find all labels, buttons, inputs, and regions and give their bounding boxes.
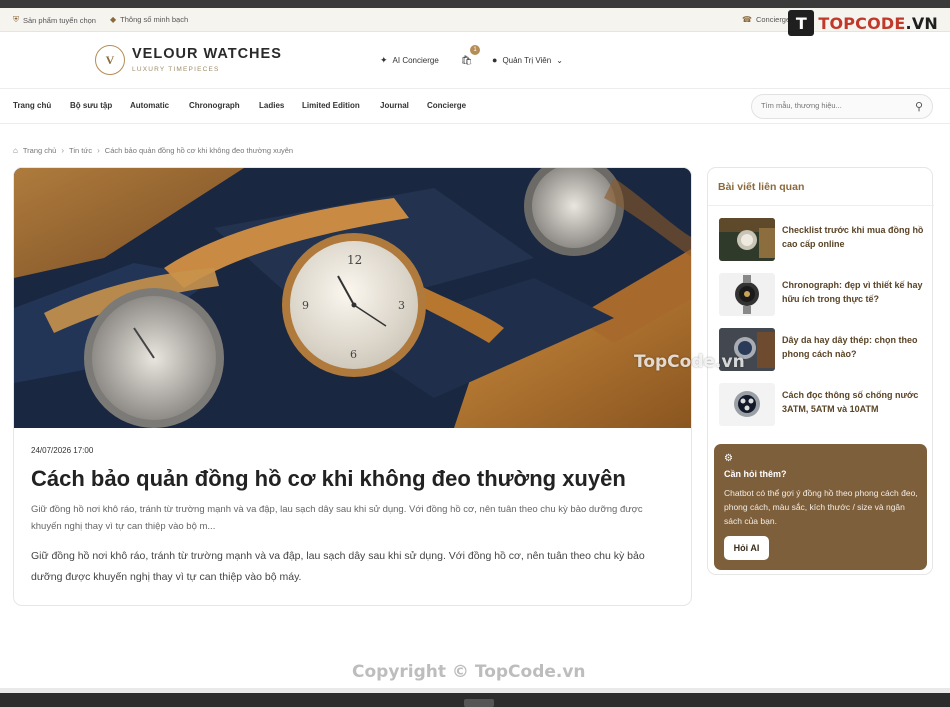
chevron-down-icon: ⌄	[556, 55, 563, 65]
utility-item-label: Thông số minh bạch	[120, 15, 189, 24]
brand-name[interactable]: VELOUR WATCHES	[132, 46, 282, 62]
related-title[interactable]: Checklist trước khi mua đồng hồ cao cấp …	[782, 218, 925, 262]
search-icon[interactable]: ⚲	[915, 100, 923, 113]
utility-item-label: Sản phẩm tuyển chọn	[23, 15, 96, 25]
nav-item-journal[interactable]: Journal	[380, 101, 409, 110]
nav-item-chronograph[interactable]: Chronograph	[189, 101, 240, 110]
related-thumb[interactable]	[719, 218, 775, 261]
nav-item-limited-edition[interactable]: Limited Edition	[302, 101, 360, 110]
robot-icon: ⚙	[724, 453, 733, 464]
breadcrumb-current: Cách bảo quản đồng hồ cơ khi không đeo t…	[104, 146, 294, 155]
topcode-logo-text: TOPCODE.VN	[818, 13, 938, 33]
svg-text:3: 3	[398, 299, 405, 312]
ask-ai-card: ⚙ Cần hỏi thêm? Chatbot có thể gợi ý đồn…	[714, 444, 927, 570]
window-top-bar	[0, 0, 950, 8]
related-item[interactable]: Dây da hay dây thép: chọn theo phong các…	[719, 328, 925, 372]
ai-concierge-button[interactable]: ✦ AI Concierge	[380, 55, 439, 66]
nav-item-concierge[interactable]: Concierge	[427, 101, 466, 110]
user-icon: ●	[492, 55, 498, 65]
sidebar-title: Bài viết liên quan	[718, 181, 805, 193]
related-thumb[interactable]	[719, 383, 775, 426]
ask-ai-text: Chatbot có thể gợi ý đồng hồ theo phong …	[724, 488, 918, 526]
taskbar	[0, 688, 950, 707]
nav-item-ladies[interactable]: Ladies	[259, 101, 284, 110]
nav-item-automatic[interactable]: Automatic	[130, 101, 169, 110]
post-excerpt: Giữ đồng hồ nơi khô ráo, tránh từ trường…	[31, 504, 643, 532]
divider	[708, 205, 934, 206]
related-item[interactable]: Chronograph: đẹp vì thiết kế hay hữu ích…	[719, 273, 925, 317]
home-icon: ⌂	[13, 146, 18, 155]
breadcrumb-home[interactable]: Trang chủ	[23, 146, 57, 155]
ai-concierge-label: AI Concierge	[392, 56, 439, 65]
related-title[interactable]: Cách đọc thông số chống nước 3ATM, 5ATM …	[782, 383, 925, 427]
shield-icon: ⛨	[13, 15, 19, 24]
related-title[interactable]: Dây da hay dây thép: chọn theo phong các…	[782, 328, 925, 372]
magic-wand-icon: ✦	[380, 55, 388, 65]
nav-item-collections[interactable]: Bộ sưu tập	[70, 101, 112, 110]
search-box[interactable]: ⚲	[751, 94, 933, 119]
related-thumb[interactable]	[719, 273, 775, 316]
shopping-bag-icon: 🛍	[461, 55, 473, 65]
brand-logo-mark[interactable]: V	[95, 45, 125, 75]
ask-ai-title: Cần hỏi thêm?	[724, 469, 787, 479]
watermark-text: TopCode.vn	[634, 352, 745, 372]
chevron-right-icon: ›	[61, 146, 65, 155]
phone-icon: ☎	[742, 15, 752, 24]
account-menu[interactable]: ● Quản Trị Viên ⌄	[492, 55, 563, 65]
cart-count-badge: 1	[470, 45, 480, 55]
svg-text:9: 9	[302, 299, 309, 312]
ask-ai-button[interactable]: Hỏi AI	[724, 536, 769, 560]
copyright-watermark: Copyright © TopCode.vn	[352, 662, 586, 682]
article-card: 12 3 6 9 24/07/2026 17:00 Cách bảo quản …	[13, 167, 692, 606]
post-body: Giữ đồng hồ nơi khô ráo, tránh từ trường…	[31, 550, 645, 583]
svg-text:6: 6	[350, 348, 357, 361]
article-hero-image: 12 3 6 9	[14, 168, 691, 428]
related-item[interactable]: Checklist trước khi mua đồng hồ cao cấp …	[719, 218, 925, 262]
post-title: Cách bảo quản đồng hồ cơ khi không đeo t…	[31, 466, 626, 491]
taskbar-strip	[0, 688, 950, 693]
related-item[interactable]: Cách đọc thông số chống nước 3ATM, 5ATM …	[719, 383, 925, 427]
taskbar-tab[interactable]	[464, 699, 494, 707]
cart-button[interactable]: 🛍	[461, 55, 472, 66]
site-header: V VELOUR WATCHES LUXURY TIMEPIECES ✦ AI …	[0, 33, 950, 89]
nav-item-home[interactable]: Trang chủ	[13, 101, 51, 110]
breadcrumb-news[interactable]: Tin tức	[69, 146, 92, 155]
utility-item-specs: ◆ Thông số minh bạch	[110, 15, 188, 24]
search-input[interactable]	[761, 101, 911, 110]
post-date: 24/07/2026 17:00	[31, 446, 94, 455]
account-name: Quản Trị Viên	[502, 55, 552, 65]
diamond-icon: ◆	[110, 15, 117, 24]
svg-text:12: 12	[347, 253, 362, 267]
brand-tagline: LUXURY TIMEPIECES	[132, 66, 220, 73]
related-title[interactable]: Chronograph: đẹp vì thiết kế hay hữu ích…	[782, 273, 925, 317]
chevron-right-icon: ›	[97, 146, 100, 155]
utility-item-curated: ⛨ Sản phẩm tuyển chọn	[13, 15, 96, 25]
breadcrumb: ⌂ Trang chủ › Tin tức › Cách bảo quản đồ…	[13, 146, 293, 155]
